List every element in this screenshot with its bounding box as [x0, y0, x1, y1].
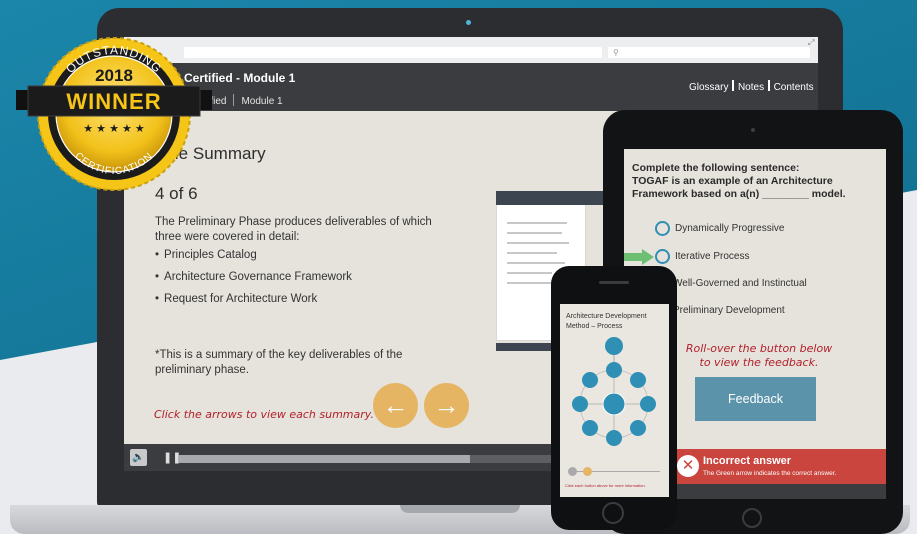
incorrect-title: Incorrect answer: [703, 455, 792, 467]
quiz-question-line: TOGAF is an example of an Architecture F…: [632, 175, 846, 200]
phone-nav-dot[interactable]: [583, 467, 592, 476]
slide-intro: The Preliminary Phase produces deliverab…: [155, 216, 432, 243]
phone-nav-dot[interactable]: [568, 467, 577, 476]
list-item: Request for Architecture Work: [155, 292, 352, 314]
breadcrumb: rtified Module 1: [202, 94, 283, 107]
phone-home-button: [602, 502, 624, 524]
award-badge: OUTSTANDING 2018 WINNER ★ ★ ★ ★ ★ CERTIF…: [16, 37, 212, 191]
quiz-question-line: Complete the following sentence:: [632, 162, 800, 174]
list-item: Architecture Governance Framework: [155, 270, 352, 292]
option-radio[interactable]: [655, 249, 670, 264]
prev-button[interactable]: ←: [373, 383, 418, 428]
url-bar[interactable]: [184, 47, 602, 58]
top-nav: Glossary Notes Contents: [689, 80, 814, 93]
volume-icon[interactable]: 🔈: [130, 449, 147, 466]
progress-fill: [179, 455, 471, 463]
next-button[interactable]: →: [424, 383, 469, 428]
rollover-hint: Roll-over the button below to view the f…: [685, 342, 833, 369]
phase-node[interactable]: [605, 337, 623, 355]
phone-frame: Architecture Development Method – Proces…: [551, 266, 677, 530]
badge-stars: ★ ★ ★ ★ ★: [83, 123, 145, 135]
course-header: Certified - Module 1 rtified Module 1 Glo…: [124, 63, 818, 111]
deliverables-list: Principles Catalog Architecture Governan…: [155, 248, 352, 314]
close-icon: ✕: [677, 455, 699, 477]
phase-node[interactable]: [630, 420, 646, 436]
option-label[interactable]: Preliminary Development: [673, 305, 785, 316]
phase-node[interactable]: [640, 396, 656, 412]
phone-title: Architecture Development Method – Proces…: [566, 313, 647, 330]
expand-icon[interactable]: ⤢: [808, 38, 814, 48]
option-label[interactable]: Iterative Process: [675, 251, 749, 262]
tablet-home-button: [742, 508, 762, 528]
tablet-footer-bar: [673, 484, 886, 499]
nav-contents-link[interactable]: Contents: [774, 82, 814, 93]
phase-node[interactable]: [606, 430, 622, 446]
phase-node[interactable]: [582, 420, 598, 436]
phase-node[interactable]: [572, 396, 588, 412]
incorrect-subtitle: The Green arrow indicates the correct an…: [703, 470, 837, 477]
slide-footnote: *This is a summary of the key deliverabl…: [155, 349, 403, 376]
list-item: Principles Catalog: [155, 248, 352, 270]
adm-cycle-diagram: [572, 337, 656, 446]
phone-footer-hint: Click each button above for more informa…: [565, 483, 646, 488]
tablet-camera: [751, 128, 755, 132]
navigation-hint: Click the arrows to view each summary.: [154, 408, 374, 421]
document-illustration-bar: [496, 191, 606, 205]
phase-node[interactable]: [582, 372, 598, 388]
phone-speaker: [599, 281, 629, 284]
nav-glossary-link[interactable]: Glossary: [689, 82, 728, 93]
phone-screen: Architecture Development Method – Proces…: [560, 304, 669, 497]
option-label[interactable]: Dynamically Progressive: [675, 223, 784, 234]
feedback-button[interactable]: Feedback: [695, 377, 816, 421]
laptop-camera: [466, 20, 471, 25]
browser-bar: ⚲ ⤢: [124, 37, 818, 63]
browser-search-input[interactable]: ⚲: [608, 47, 810, 58]
quiz-question: Complete the following sentence: TOGAF i…: [632, 162, 882, 201]
phase-node[interactable]: [630, 372, 646, 388]
incorrect-answer-banner: ✕ Incorrect answer The Green arrow indic…: [673, 449, 886, 484]
breadcrumb-item[interactable]: Module 1: [241, 96, 282, 107]
badge-year: 2018: [95, 66, 133, 85]
option-radio[interactable]: [655, 221, 670, 236]
center-node[interactable]: [602, 392, 626, 416]
correct-answer-arrow-icon: [624, 249, 654, 265]
badge-ribbon-text: WINNER: [66, 89, 161, 114]
laptop-lip: [400, 505, 520, 513]
search-icon: ⚲: [613, 48, 619, 57]
option-label[interactable]: Well-Governed and Instinctual: [673, 278, 807, 289]
nav-notes-link[interactable]: Notes: [738, 82, 764, 93]
phone-progress-track: [568, 471, 660, 472]
phase-node[interactable]: [606, 362, 622, 378]
